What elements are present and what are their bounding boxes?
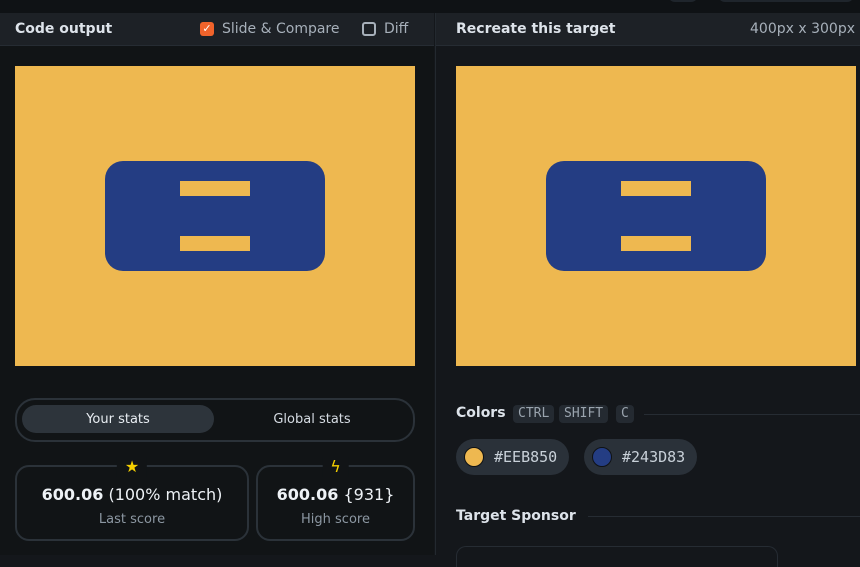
last-score-extra: (100% match) bbox=[108, 485, 223, 504]
color-swatch bbox=[464, 447, 484, 467]
high-score-label: High score bbox=[301, 512, 370, 527]
color-chip[interactable]: #243D83 bbox=[584, 439, 698, 475]
tab-your-stats[interactable]: Your stats bbox=[22, 405, 214, 433]
avatar[interactable] bbox=[668, 0, 698, 2]
last-score-card: ★ 600.06 (100% match) Last score bbox=[15, 457, 249, 541]
target-dimensions: 400px x 300px bbox=[750, 21, 855, 37]
top-menu-pill[interactable] bbox=[718, 0, 854, 2]
target-bar-top bbox=[621, 181, 691, 196]
slide-compare-checkbox[interactable]: ✓ Slide & Compare bbox=[200, 21, 340, 37]
target-canvas bbox=[456, 66, 856, 366]
key-c: C bbox=[616, 405, 634, 423]
checkmark-icon[interactable]: ✓ bbox=[200, 22, 214, 36]
sponsor-divider bbox=[588, 516, 860, 517]
colors-divider bbox=[644, 414, 860, 415]
diff-checkbox[interactable]: Diff bbox=[362, 21, 408, 37]
key-shift: SHIFT bbox=[559, 405, 609, 423]
tab-global-stats[interactable]: Global stats bbox=[217, 405, 407, 433]
last-score-number: 600.06 bbox=[41, 485, 104, 504]
output-shape bbox=[105, 161, 325, 271]
top-strip bbox=[0, 0, 860, 13]
star-icon: ★ bbox=[116, 457, 148, 477]
sponsor-title: Target Sponsor bbox=[456, 508, 576, 524]
lightning-icon: ϟ bbox=[322, 457, 349, 477]
last-score-label: Last score bbox=[98, 512, 166, 527]
output-bar-top bbox=[180, 181, 250, 196]
high-score-number: 600.06 bbox=[276, 485, 339, 504]
diff-label: Diff bbox=[384, 21, 409, 37]
stats-toggle: Your stats Global stats bbox=[15, 398, 415, 442]
target-bar-bottom bbox=[621, 236, 691, 251]
color-chip[interactable]: #EEB850 bbox=[456, 439, 570, 475]
output-bar-bottom bbox=[180, 236, 250, 251]
target-header: Recreate this target 400px x 300px bbox=[436, 13, 860, 46]
key-ctrl: CTRL bbox=[513, 405, 555, 423]
code-output-header: Code output ✓ Slide & Compare Diff bbox=[0, 13, 434, 46]
sponsor-box[interactable] bbox=[456, 546, 778, 567]
color-swatch bbox=[592, 447, 612, 467]
colors-title: Colors bbox=[456, 405, 506, 421]
color-hex: #243D83 bbox=[622, 448, 686, 466]
code-output-canvas[interactable] bbox=[15, 66, 415, 366]
code-output-title: Code output bbox=[15, 21, 113, 37]
target-panel: Recreate this target 400px x 300px Color… bbox=[435, 13, 860, 567]
high-score-extra: {931} bbox=[343, 485, 395, 504]
slide-compare-label: Slide & Compare bbox=[222, 21, 340, 37]
high-score-card: ϟ 600.06 {931} High score bbox=[256, 457, 415, 541]
code-output-panel: Code output ✓ Slide & Compare Diff Your … bbox=[0, 13, 434, 555]
high-score-value: 600.06 {931} bbox=[258, 485, 413, 504]
target-shape bbox=[546, 161, 766, 271]
last-score-value: 600.06 (100% match) bbox=[17, 485, 247, 504]
target-title: Recreate this target bbox=[456, 21, 616, 37]
color-hex: #EEB850 bbox=[494, 448, 558, 466]
unchecked-box-icon[interactable] bbox=[362, 22, 376, 36]
